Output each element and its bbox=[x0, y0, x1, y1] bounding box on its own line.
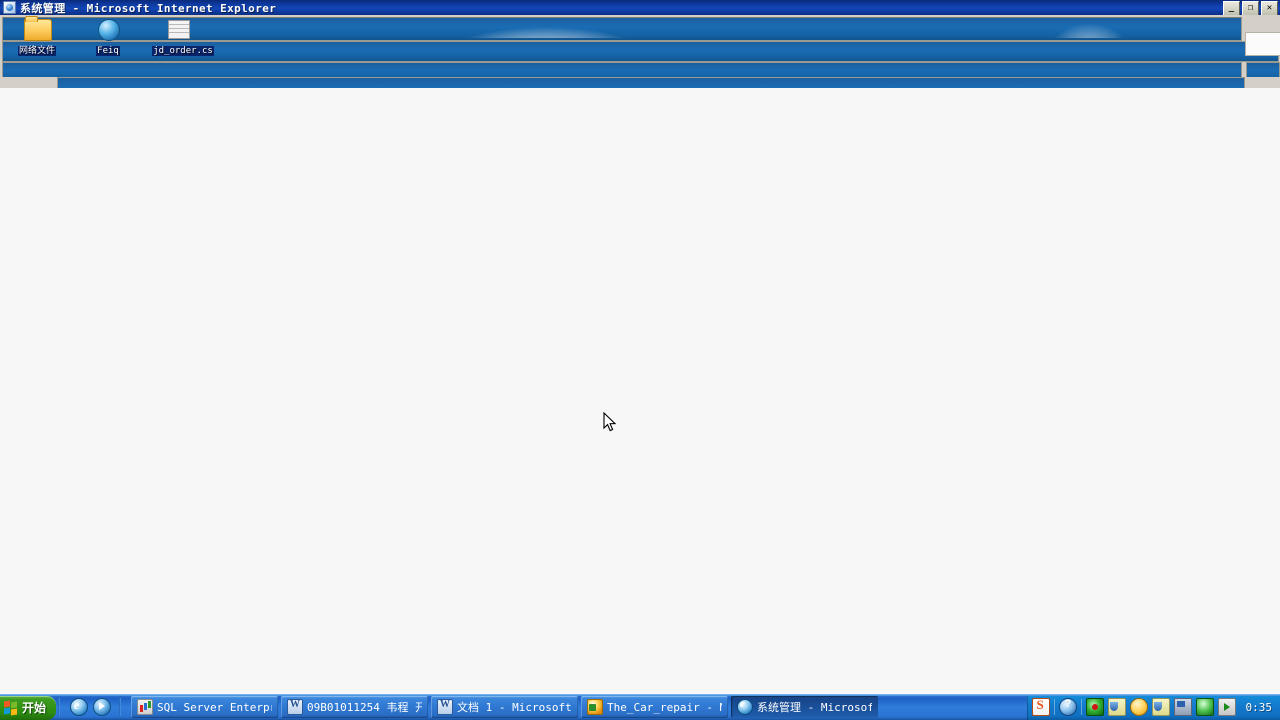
desktop-icon-network-files-label: 网络文件 bbox=[13, 40, 61, 58]
desktop-icon-label: 网络文件 bbox=[17, 46, 56, 56]
shield-icon[interactable] bbox=[1107, 698, 1126, 716]
desktop-icon-jd-order-label: jd_order.cs bbox=[143, 40, 223, 58]
word-icon bbox=[287, 699, 304, 715]
task-button-label: 09B01011254 韦程 开... bbox=[307, 701, 423, 714]
internet-explorer-icon bbox=[737, 698, 754, 715]
taskbar-separator bbox=[58, 698, 61, 716]
taskbar-separator bbox=[119, 698, 122, 716]
folder-icon bbox=[24, 16, 52, 41]
network-status-icon[interactable] bbox=[1085, 698, 1104, 716]
taskbar-clock[interactable]: 0:35 bbox=[1240, 701, 1277, 714]
media-player-icon[interactable] bbox=[93, 698, 112, 716]
page-content-area[interactable] bbox=[0, 88, 1280, 694]
disc-icon[interactable] bbox=[1195, 698, 1214, 716]
task-button-label: The_Car_repair - Mi... bbox=[607, 700, 722, 714]
window-titlebar[interactable]: 系统管理 - Microsoft Internet Explorer _ ❐ ✕ bbox=[0, 0, 1280, 16]
close-button[interactable]: ✕ bbox=[1261, 1, 1278, 16]
desktop-screen: 系统管理 - Microsoft Internet Explorer _ ❐ ✕ bbox=[0, 0, 1280, 720]
task-button-label: 文档 1 - Microsoft ... bbox=[457, 701, 572, 714]
app-icon bbox=[587, 699, 604, 715]
task-button[interactable]: 09B01011254 韦程 开... bbox=[281, 696, 429, 718]
sql-server-icon bbox=[137, 699, 154, 715]
minimize-button[interactable]: _ bbox=[1223, 1, 1240, 16]
desktop-icon-jd-order[interactable] bbox=[155, 20, 203, 39]
monitor-icon[interactable] bbox=[1173, 698, 1192, 716]
task-button-list: SQL Server Enterpri... 09B01011254 韦程 开.… bbox=[131, 695, 1026, 719]
toolbar-gray-gap-left bbox=[0, 77, 57, 88]
globe-icon bbox=[98, 19, 120, 41]
mail-icon[interactable] bbox=[1129, 698, 1148, 716]
artifact-band-menubar bbox=[2, 16, 1242, 41]
desktop-icon-network-files[interactable] bbox=[14, 16, 62, 41]
artifact-band-lower bbox=[57, 77, 1245, 88]
window-controls: _ ❐ ✕ bbox=[1223, 1, 1278, 16]
window-title: 系统管理 - Microsoft Internet Explorer bbox=[20, 1, 277, 15]
toolbar-gray-strip-right bbox=[1241, 17, 1280, 31]
word-icon bbox=[437, 699, 454, 715]
sogou-input-icon[interactable] bbox=[1031, 697, 1050, 716]
desktop-icon-label: Feiq bbox=[96, 46, 120, 56]
shield-alt-icon[interactable] bbox=[1151, 698, 1170, 716]
taskbar: 开始 SQL Server Enterpri... 09B01011254 韦程… bbox=[0, 694, 1280, 720]
task-button-label: SQL Server Enterpri... bbox=[157, 700, 272, 714]
internet-explorer-window: 系统管理 - Microsoft Internet Explorer _ ❐ ✕ bbox=[0, 0, 1280, 694]
windows-flag-icon bbox=[4, 699, 19, 716]
desktop-icon-feiq-label: Feiq bbox=[84, 40, 132, 58]
tray-separator bbox=[1080, 699, 1082, 715]
desktop-icon-feiq[interactable] bbox=[85, 19, 133, 41]
artifact-band-addressbar: 网络文件 Feiq jd_order.cs bbox=[2, 41, 1279, 62]
help-icon[interactable] bbox=[1058, 698, 1077, 716]
start-button[interactable]: 开始 bbox=[0, 695, 57, 720]
task-button[interactable]: SQL Server Enterpri... bbox=[131, 696, 279, 718]
task-button[interactable]: 文档 1 - Microsoft ... bbox=[431, 696, 579, 718]
toolbar-white-box-artifact bbox=[1245, 32, 1280, 56]
system-tray: 0:35 bbox=[1026, 694, 1280, 720]
restore-button[interactable]: ❐ bbox=[1242, 1, 1259, 16]
internet-explorer-icon[interactable] bbox=[70, 698, 89, 716]
task-button[interactable]: The_Car_repair - Mi... bbox=[581, 696, 729, 718]
desktop-icon-label: jd_order.cs bbox=[152, 46, 214, 56]
document-icon bbox=[168, 20, 190, 39]
media-play-icon[interactable] bbox=[1217, 698, 1236, 716]
internet-explorer-icon bbox=[3, 1, 16, 14]
toolbar-repaint-artifact-region: 网络文件 Feiq jd_order.cs :::: bbox=[0, 15, 1280, 88]
tray-separator bbox=[1053, 699, 1055, 715]
quick-launch-bar bbox=[62, 696, 117, 718]
task-button-label: 系统管理 - Microsof... bbox=[757, 701, 873, 714]
start-button-label: 开始 bbox=[22, 701, 47, 715]
toolbar-gray-gap-right bbox=[1243, 77, 1280, 88]
task-button-active[interactable]: 系统管理 - Microsof... bbox=[731, 696, 879, 718]
mouse-cursor bbox=[603, 412, 617, 432]
